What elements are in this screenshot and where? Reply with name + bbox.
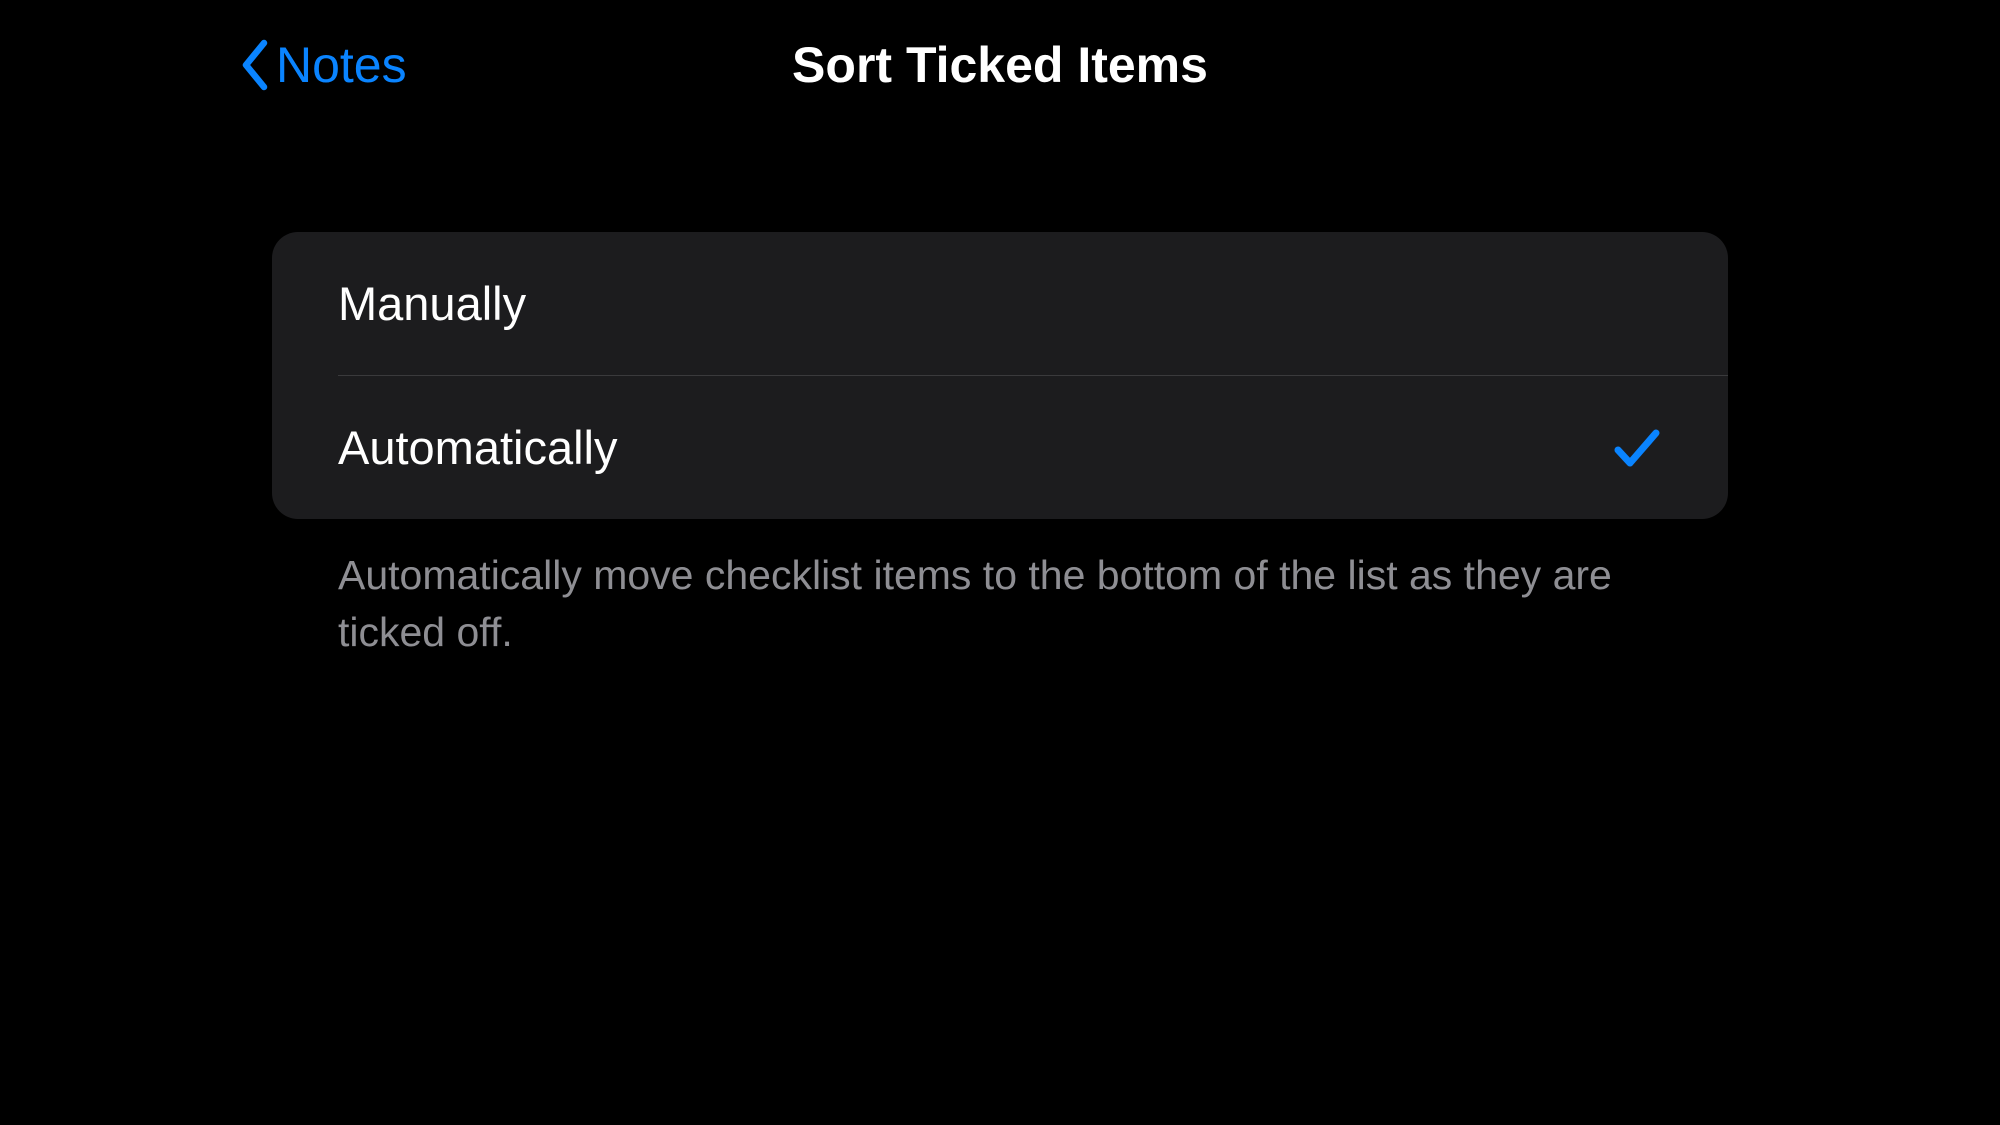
- back-label: Notes: [276, 36, 407, 94]
- footer-description: Automatically move checklist items to th…: [272, 519, 1728, 662]
- checkmark-icon: [1612, 423, 1662, 473]
- navigation-bar: Notes Sort Ticked Items: [0, 0, 2000, 130]
- option-manually[interactable]: Manually: [272, 232, 1728, 375]
- settings-group: Manually Automatically: [272, 232, 1728, 519]
- option-label: Manually: [338, 276, 526, 331]
- content-area: Manually Automatically Automatically mov…: [0, 232, 2000, 662]
- back-button[interactable]: Notes: [240, 36, 407, 94]
- option-automatically[interactable]: Automatically: [272, 376, 1728, 519]
- chevron-left-icon: [240, 39, 268, 91]
- option-label: Automatically: [338, 420, 618, 475]
- page-title: Sort Ticked Items: [792, 36, 1208, 94]
